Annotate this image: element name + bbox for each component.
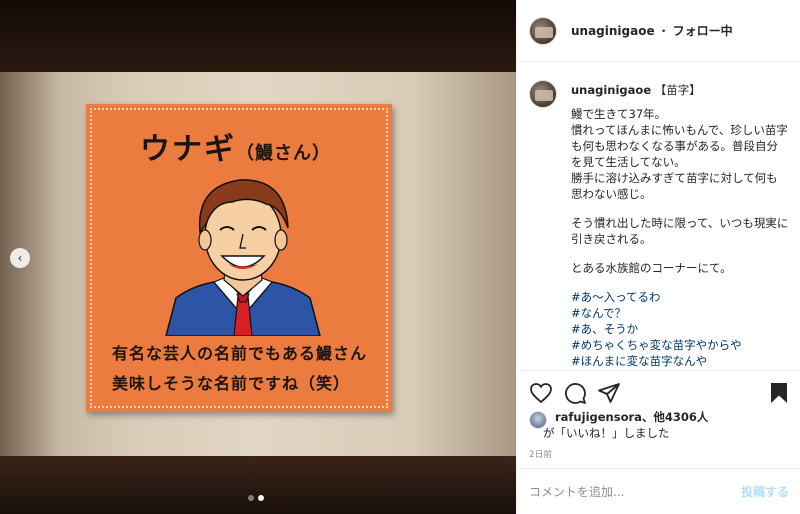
comments-area[interactable]: unaginigaoe 【苗字】 鰻で生きて37年。 慣れってほんまに怖いもんで…	[517, 62, 800, 370]
poster-title-sub: （鰻さん）	[236, 143, 331, 164]
photo-wall-shadow	[0, 72, 60, 458]
comment-input[interactable]	[529, 484, 741, 499]
carousel-dot	[248, 495, 254, 501]
liker-avatar[interactable]	[529, 411, 547, 429]
hashtag-link[interactable]: #なんで？	[571, 305, 789, 321]
avatar[interactable]	[529, 16, 557, 45]
hashtag-link[interactable]: #あ〜入ってるわ	[571, 289, 789, 305]
chevron-left-icon: ‹	[17, 251, 23, 265]
poster-caption-line-1: 有名な芸人の名前でもある鰻さん	[112, 344, 368, 363]
caption-paragraph: とある水族館のコーナーにて。	[571, 261, 732, 275]
post-comment-button[interactable]: 投稿する	[741, 483, 789, 500]
caption-row: unaginigaoe 【苗字】 鰻で生きて37年。 慣れってほんまに怖いもんで…	[529, 80, 789, 369]
bookmark-icon[interactable]	[767, 381, 791, 405]
poster-title: ウナギ（鰻さん）	[140, 124, 331, 168]
carousel-prev-button[interactable]: ‹	[10, 248, 30, 268]
follow-status-button[interactable]: フォロー中	[673, 22, 733, 39]
action-bar	[517, 370, 800, 410]
hashtag-link[interactable]: #ほんまに変な苗字なんや	[571, 353, 789, 369]
caption-username[interactable]: unaginigaoe	[571, 83, 651, 97]
caption-headline: 【苗字】	[654, 83, 701, 97]
poster-caption-line-2: 美味しそうな名前ですね（笑）	[112, 374, 351, 393]
likes-summary: rafujigensora、他4306人 が「いいね！」しました	[529, 410, 799, 441]
likes-suffix: が「いいね！」しました	[543, 426, 670, 440]
liker-username[interactable]: rafujigensora	[555, 410, 642, 424]
cartoon-man-illustration	[165, 179, 321, 336]
comment-icon[interactable]	[563, 381, 587, 405]
hashtag-link[interactable]: #めちゃくちゃ変な苗字やからや	[571, 337, 789, 353]
post-header: unaginigaoe ・ フォロー中	[517, 0, 800, 62]
post-photo[interactable]: ウナギ（鰻さん） 有名な芸人の名前でもある鰻さん 美味しそうな名前ですね（笑） …	[0, 0, 516, 514]
hashtag-list: #あ〜入ってるわ #なんで？ #あ、そうか #めちゃくちゃ変な苗字やからや #ほ…	[571, 289, 789, 369]
share-icon[interactable]	[597, 381, 621, 405]
caption-avatar[interactable]	[529, 80, 557, 108]
caption-body: unaginigaoe 【苗字】 鰻で生きて37年。 慣れってほんまに怖いもんで…	[571, 82, 789, 369]
likes-count-link[interactable]: 、他4306人	[642, 410, 709, 424]
comment-box: 投稿する	[517, 468, 800, 514]
caption-head: unaginigaoe 【苗字】	[571, 82, 789, 98]
post-timestamp[interactable]: 2日前	[529, 448, 552, 460]
hashtag-link[interactable]: #あ、そうか	[571, 321, 789, 337]
photo-frame-bottom	[0, 456, 516, 514]
poster-title-main: ウナギ	[140, 132, 236, 167]
eel-poster: ウナギ（鰻さん） 有名な芸人の名前でもある鰻さん 美味しそうな名前ですね（笑）	[86, 104, 392, 412]
header-separator: ・	[657, 24, 670, 38]
carousel-dots	[248, 495, 264, 501]
header-username[interactable]: unaginigaoe	[571, 24, 655, 38]
caption-text: 鰻で生きて37年。 慣れってほんまに怖いもんで、珍しい苗字も何も思わなくなる事が…	[571, 106, 789, 276]
caption-paragraph: そう慣れ出した時に限って、いつも現実に引き戻される。	[571, 216, 789, 246]
caption-paragraph: 鰻で生きて37年。 慣れってほんまに怖いもんで、珍しい苗字も何も思わなくなる事が…	[571, 107, 788, 201]
photo-frame-top	[0, 0, 516, 72]
carousel-dot-active	[258, 495, 264, 501]
post-side-panel: unaginigaoe ・ フォロー中 unaginigaoe 【苗字】 鰻で生…	[516, 0, 800, 514]
heart-icon[interactable]	[529, 381, 553, 405]
